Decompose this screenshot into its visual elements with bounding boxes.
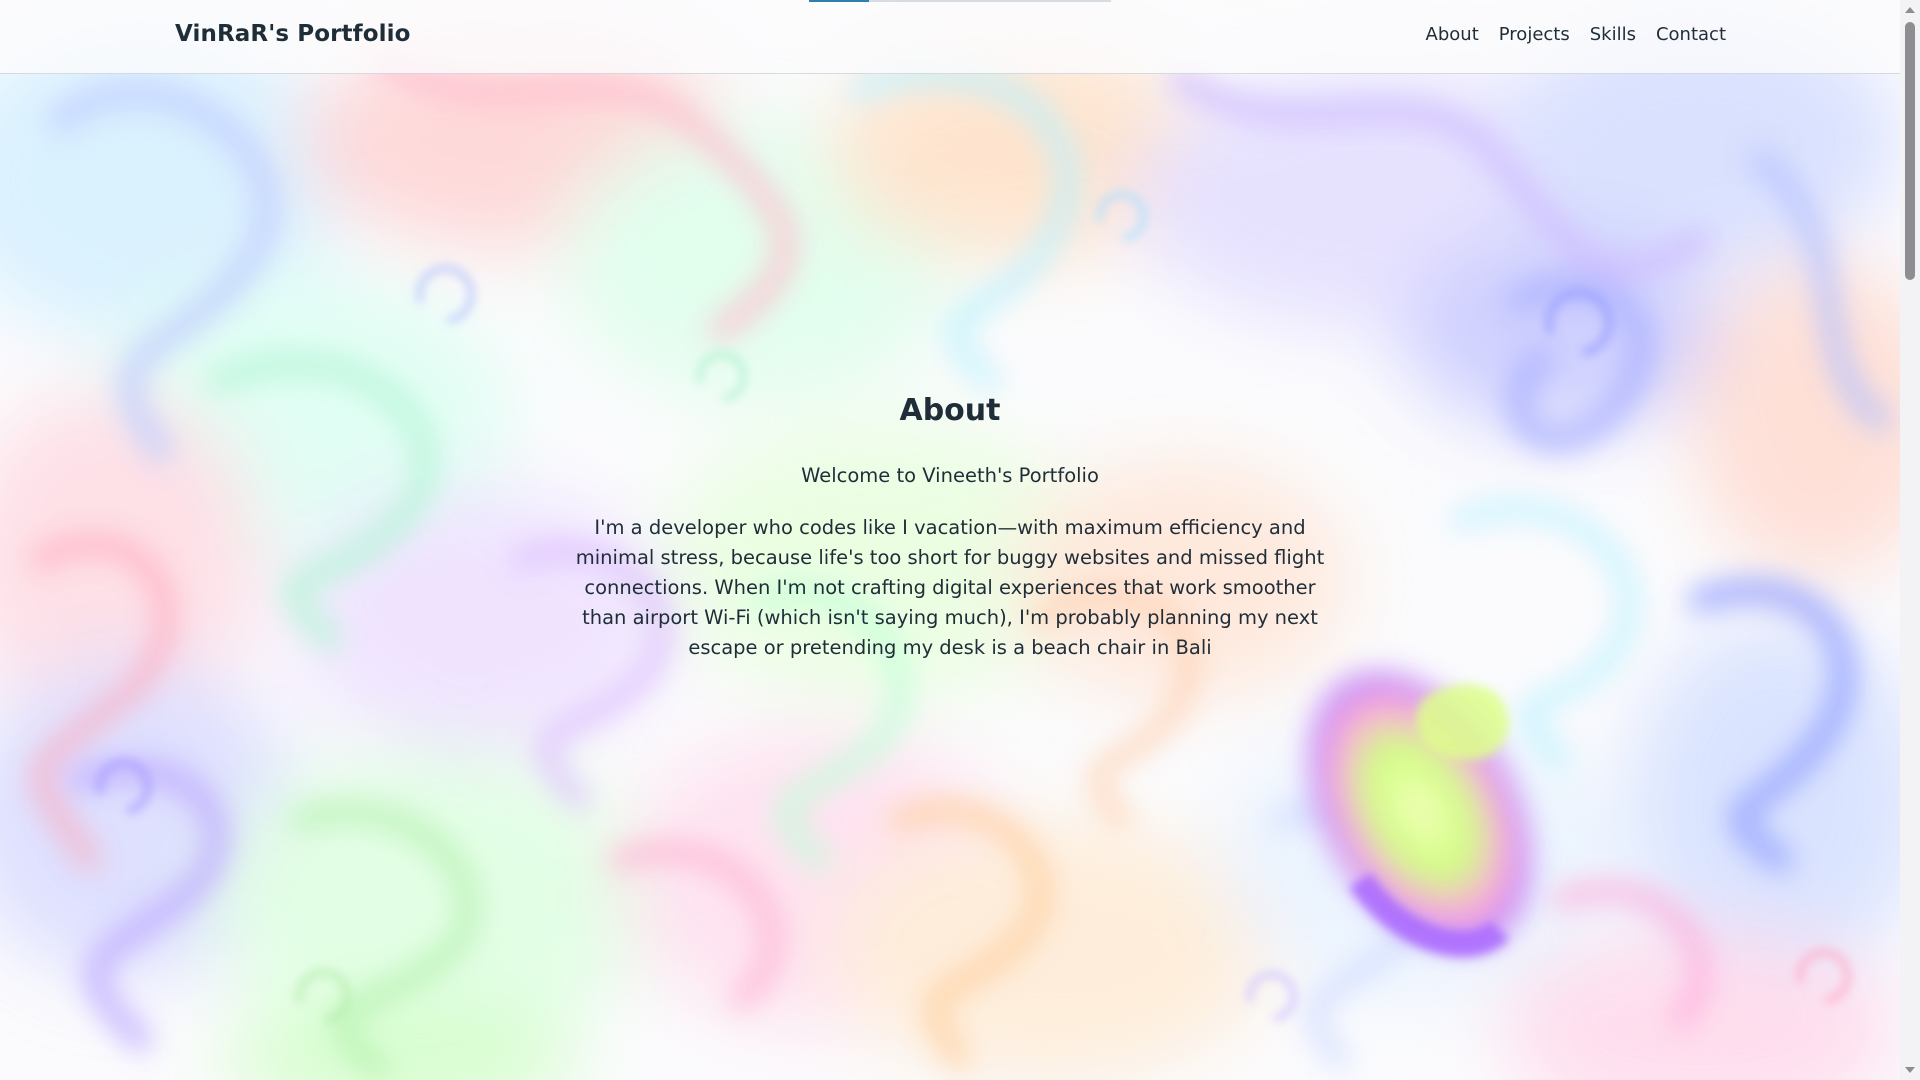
about-subtitle: Welcome to Vineeth's Portfolio <box>801 464 1099 487</box>
about-description: I'm a developer who codes like I vacatio… <box>575 516 1325 659</box>
viewport: VinRaR's Portfolio About Projects Skills… <box>0 0 1920 1080</box>
nav-link-about[interactable]: About <box>1426 24 1479 45</box>
scroll-up-arrow[interactable] <box>1900 2 1920 18</box>
site-header: VinRaR's Portfolio About Projects Skills… <box>0 0 1900 74</box>
triangle-up-icon <box>1905 7 1915 13</box>
nav-link-skills[interactable]: Skills <box>1590 24 1636 45</box>
page-scrollbar[interactable] <box>1900 0 1920 1080</box>
scrollbar-thumb[interactable] <box>1905 22 1915 280</box>
scroll-progress-fill <box>809 0 870 2</box>
main-nav: About Projects Skills Contact <box>1426 24 1726 45</box>
scroll-down-arrow[interactable] <box>1900 1062 1920 1078</box>
scroll-progress-bar <box>809 0 1111 2</box>
brand-logo-link[interactable]: VinRaR's Portfolio <box>175 21 411 47</box>
nav-link-contact[interactable]: Contact <box>1656 24 1726 45</box>
about-heading: About <box>899 393 1001 428</box>
triangle-down-icon <box>1905 1067 1915 1073</box>
nav-link-projects[interactable]: Projects <box>1499 24 1570 45</box>
about-section: About Welcome to Vineeth's Portfolio I'm… <box>0 73 1900 1080</box>
